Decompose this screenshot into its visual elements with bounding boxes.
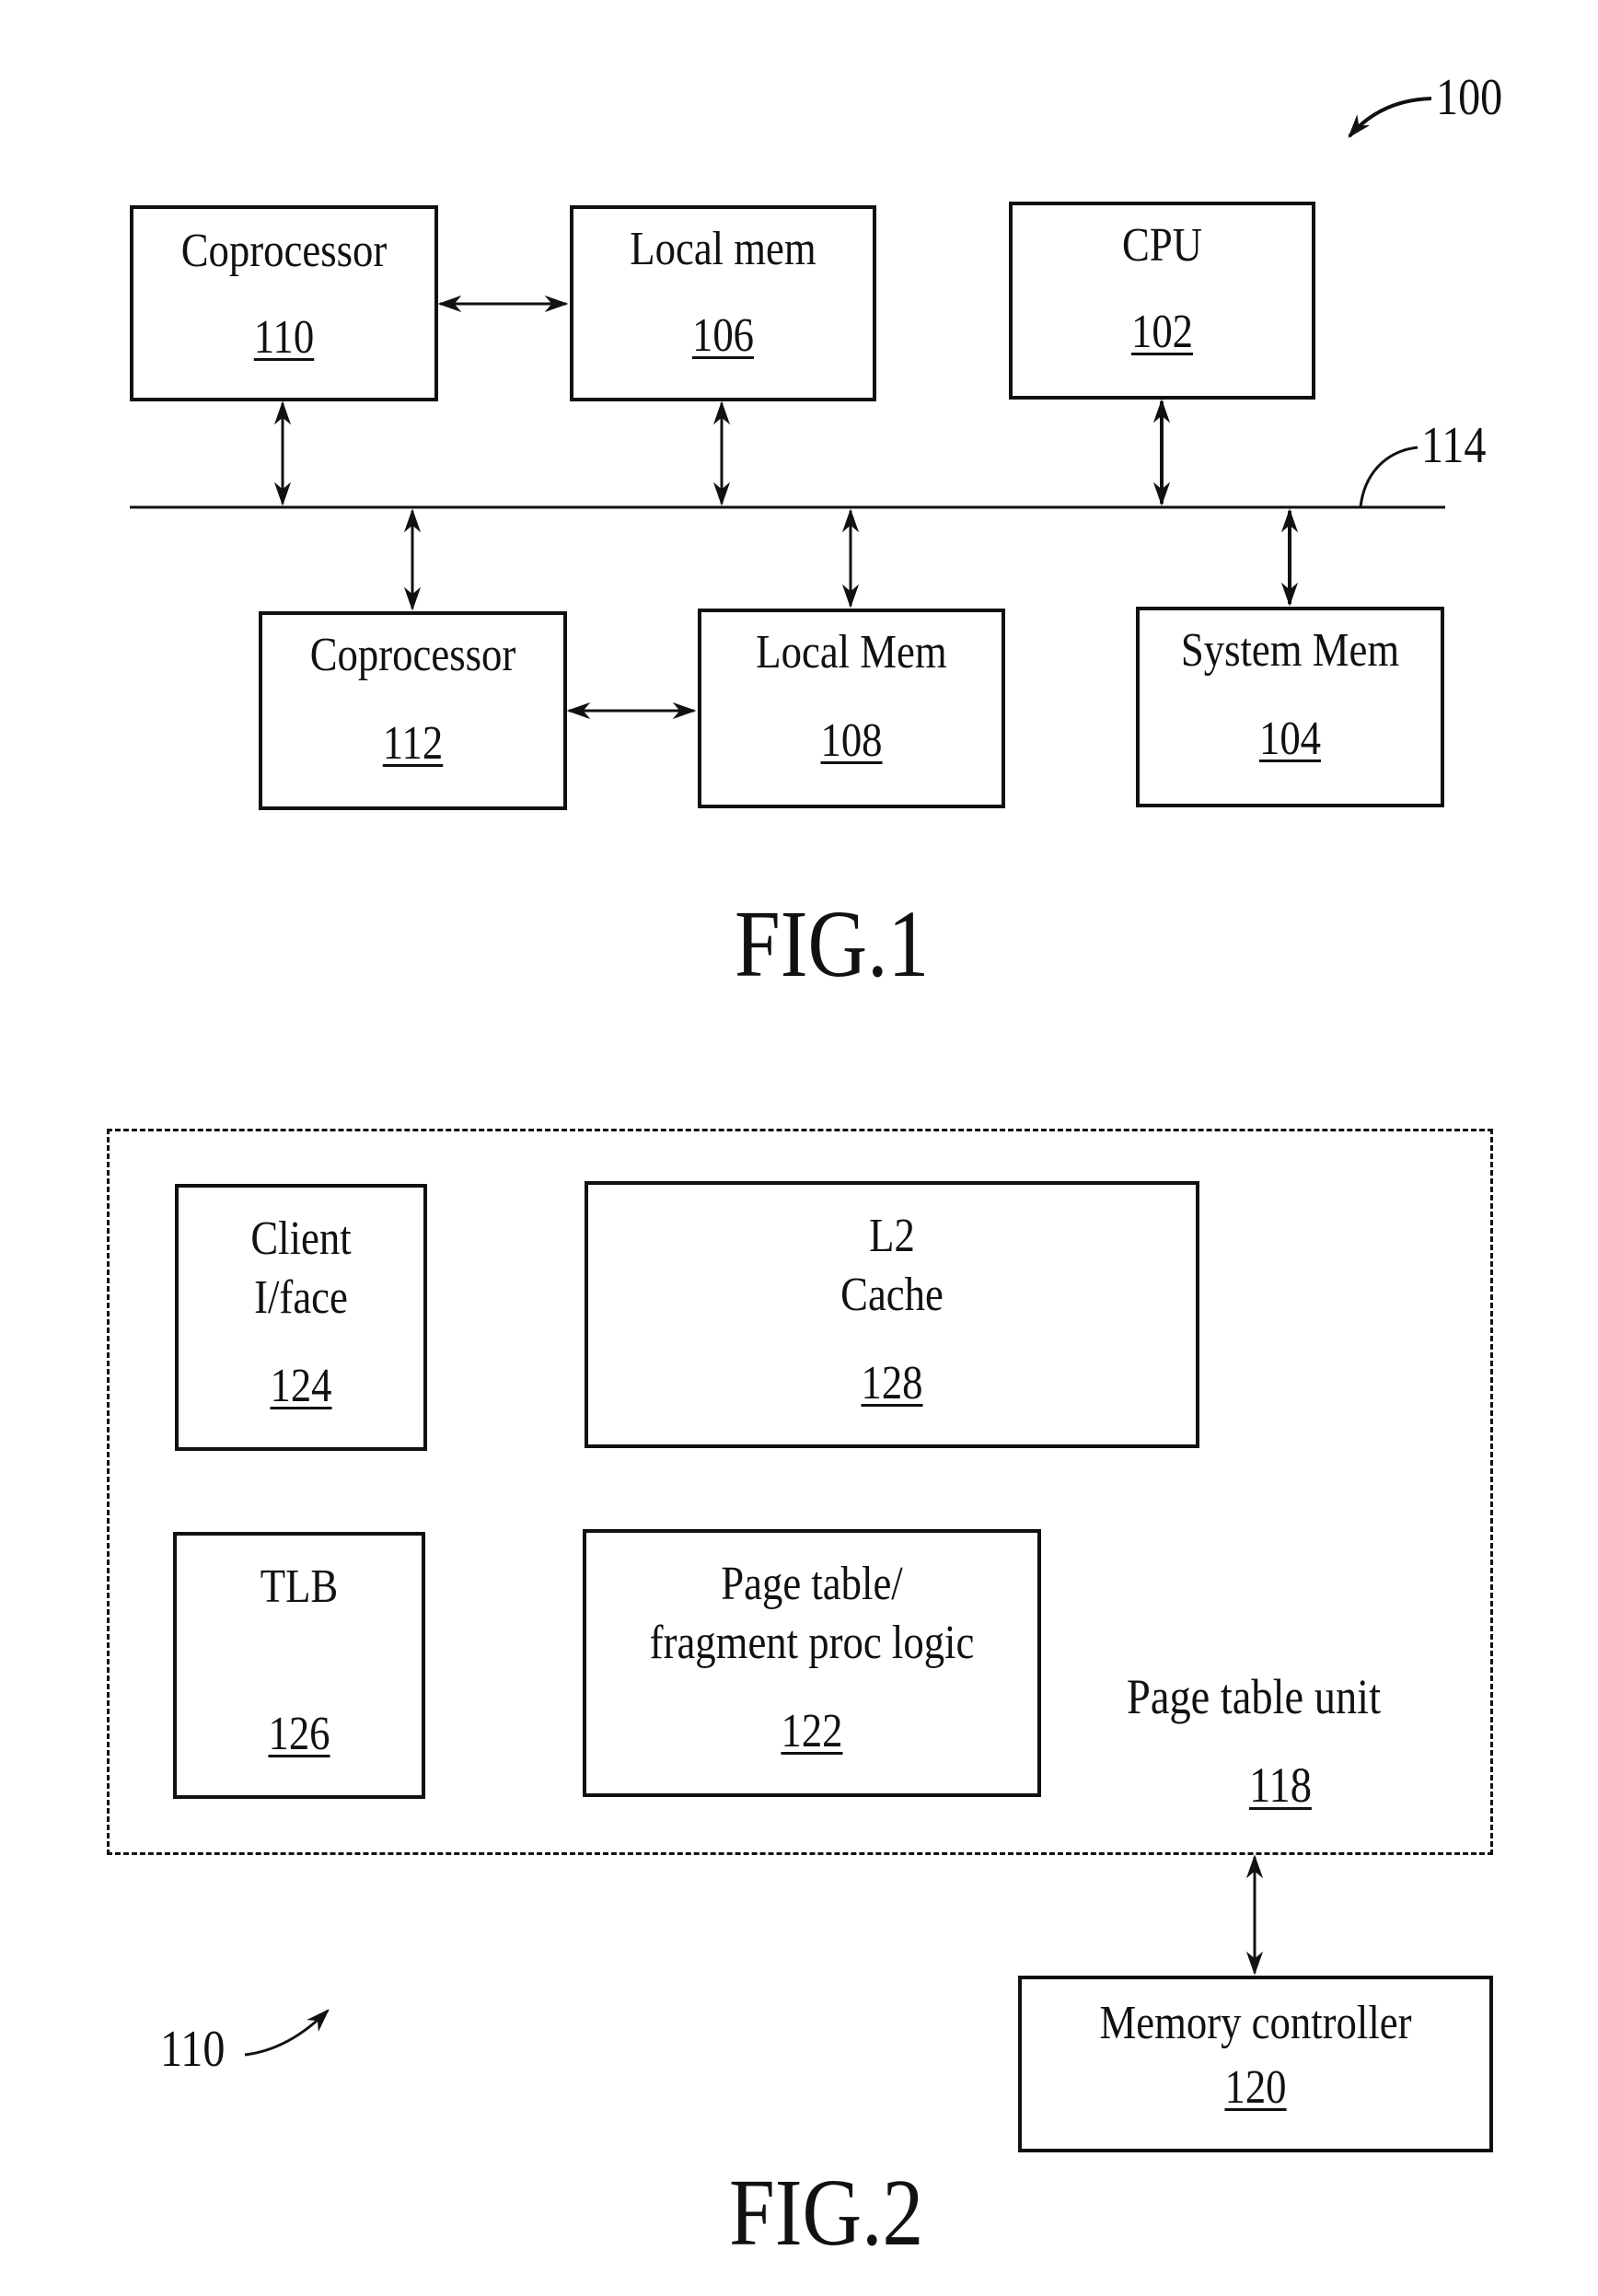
block-ref: 108	[820, 714, 883, 767]
block-label: Memory controller	[1099, 1997, 1412, 2049]
block-label: Local Mem	[756, 626, 947, 678]
block-label: Page table/ fragment proc logic	[649, 1558, 975, 1669]
block-l2-cache-128: L2 Cache 128	[585, 1181, 1199, 1448]
figure-2-title: FIG.2	[729, 2160, 924, 2266]
block-tlb-126: TLB 126	[173, 1532, 425, 1799]
system-ref-leader	[1348, 97, 1432, 138]
block-client-iface-124: Client I/face 124	[175, 1184, 427, 1451]
block-ref: 106	[691, 309, 755, 362]
system-ref-label: 100	[1436, 69, 1503, 126]
block-ref: 120	[1224, 2061, 1287, 2114]
block-ref: 126	[268, 1708, 330, 1760]
block-local-mem-106: Local mem 106	[570, 205, 876, 401]
block-label: Client I/face	[250, 1212, 352, 1324]
coprocessor-ref-label: 110	[160, 2021, 226, 2078]
block-ref: 110	[253, 311, 315, 364]
block-coprocessor-112: Coprocessor 112	[259, 611, 567, 810]
block-cpu-102: CPU 102	[1009, 202, 1315, 400]
patent-drawing-sheet: 100 114 Coprocessor 110 Local mem 106 CP…	[0, 0, 1598, 2296]
block-label: Coprocessor	[309, 629, 516, 681]
block-label: CPU	[1122, 219, 1202, 272]
bus-ref-label: 114	[1421, 417, 1487, 474]
block-memory-controller-120: Memory controller 120	[1018, 1976, 1493, 2152]
block-ref: 124	[270, 1360, 332, 1412]
page-table-unit-ref: 118	[1249, 1757, 1312, 1813]
block-label: L2 Cache	[840, 1210, 944, 1321]
block-label: Local mem	[630, 223, 816, 275]
bus-ref-leader	[1359, 446, 1419, 508]
figure-1-title: FIG.1	[735, 891, 930, 997]
block-ref: 102	[1130, 306, 1194, 358]
block-label: System Mem	[1180, 624, 1400, 677]
page-table-unit-label: Page table unit	[1127, 1669, 1381, 1724]
block-label: TLB	[260, 1560, 339, 1613]
block-local-mem-108: Local Mem 108	[698, 609, 1005, 808]
block-ref: 122	[781, 1705, 843, 1757]
block-page-table-logic-122: Page table/ fragment proc logic 122	[583, 1529, 1041, 1797]
block-coprocessor-110: Coprocessor 110	[130, 205, 438, 401]
coprocessor-ref-leader	[244, 2009, 330, 2057]
block-ref: 112	[382, 717, 444, 770]
block-label: Coprocessor	[180, 225, 388, 277]
block-ref: 104	[1258, 713, 1322, 765]
block-system-mem-104: System Mem 104	[1136, 607, 1444, 807]
block-ref: 128	[861, 1357, 923, 1409]
